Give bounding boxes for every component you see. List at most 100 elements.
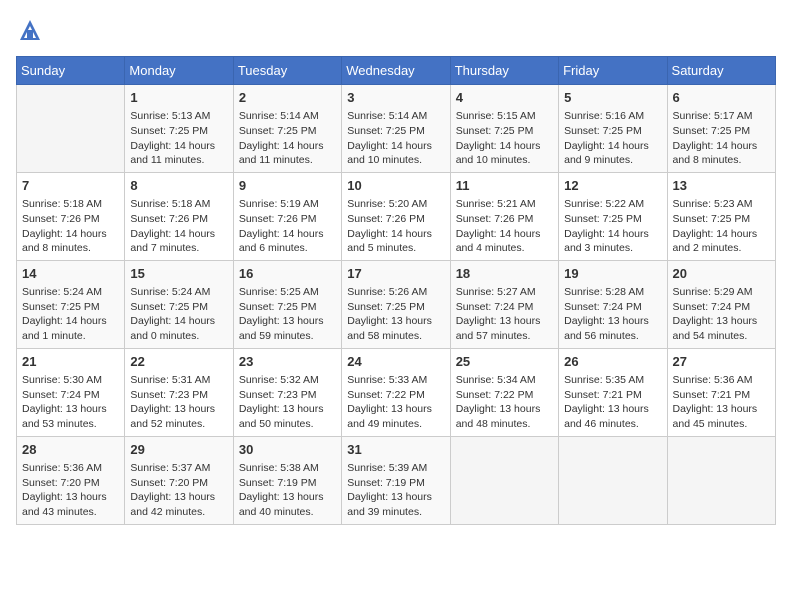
day-number: 9 [239, 177, 336, 195]
day-number: 4 [456, 89, 553, 107]
cell-content: Sunrise: 5:14 AM Sunset: 7:25 PM Dayligh… [347, 109, 444, 168]
cell-content: Sunrise: 5:24 AM Sunset: 7:25 PM Dayligh… [22, 285, 119, 344]
cell-content: Sunrise: 5:21 AM Sunset: 7:26 PM Dayligh… [456, 197, 553, 256]
calendar-cell: 9 Sunrise: 5:19 AM Sunset: 7:26 PM Daylig… [233, 172, 341, 260]
calendar-cell: 17 Sunrise: 5:26 AM Sunset: 7:25 PM Dayli… [342, 260, 450, 348]
cell-content: Sunrise: 5:19 AM Sunset: 7:26 PM Dayligh… [239, 197, 336, 256]
day-number: 16 [239, 265, 336, 283]
calendar-cell: 22Sunrise: 5:31 AM Sunset: 7:23 PM Dayli… [125, 348, 233, 436]
day-number: 13 [673, 177, 770, 195]
cell-content: Sunrise: 5:29 AM Sunset: 7:24 PM Dayligh… [673, 285, 770, 344]
day-number: 5 [564, 89, 661, 107]
header-friday: Friday [559, 57, 667, 85]
calendar-cell: 2Sunrise: 5:14 AM Sunset: 7:25 PM Daylig… [233, 85, 341, 173]
cell-content: Sunrise: 5:20 AM Sunset: 7:26 PM Dayligh… [347, 197, 444, 256]
calendar-cell: 4Sunrise: 5:15 AM Sunset: 7:25 PM Daylig… [450, 85, 558, 173]
calendar-cell: 16Sunrise: 5:25 AM Sunset: 7:25 PM Dayli… [233, 260, 341, 348]
calendar-cell: 13 Sunrise: 5:23 AM Sunset: 7:25 PM Dayli… [667, 172, 775, 260]
calendar-table: SundayMondayTuesdayWednesdayThursdayFrid… [16, 56, 776, 525]
calendar-cell: 29Sunrise: 5:37 AM Sunset: 7:20 PM Dayli… [125, 436, 233, 524]
day-number: 31 [347, 441, 444, 459]
calendar-cell: 7 Sunrise: 5:18 AM Sunset: 7:26 PM Daylig… [17, 172, 125, 260]
cell-content: Sunrise: 5:33 AM Sunset: 7:22 PM Dayligh… [347, 373, 444, 432]
header-saturday: Saturday [667, 57, 775, 85]
week-row-1: 1 Sunrise: 5:13 AM Sunset: 7:25 PM Daylig… [17, 85, 776, 173]
page-header [16, 16, 776, 44]
calendar-cell: 12 Sunrise: 5:22 AM Sunset: 7:25 PM Dayli… [559, 172, 667, 260]
logo [16, 16, 48, 44]
cell-content: Sunrise: 5:32 AM Sunset: 7:23 PM Dayligh… [239, 373, 336, 432]
day-number: 18 [456, 265, 553, 283]
day-number: 25 [456, 353, 553, 371]
day-number: 2 [239, 89, 336, 107]
day-number: 20 [673, 265, 770, 283]
day-number: 8 [130, 177, 227, 195]
day-number: 1 [130, 89, 227, 107]
day-number: 15 [130, 265, 227, 283]
calendar-cell: 11Sunrise: 5:21 AM Sunset: 7:26 PM Dayli… [450, 172, 558, 260]
day-number: 21 [22, 353, 119, 371]
calendar-cell: 18Sunrise: 5:27 AM Sunset: 7:24 PM Dayli… [450, 260, 558, 348]
cell-content: Sunrise: 5:18 AM Sunset: 7:26 PM Dayligh… [22, 197, 119, 256]
calendar-cell: 20 Sunrise: 5:29 AM Sunset: 7:24 PM Dayli… [667, 260, 775, 348]
calendar-cell: 1 Sunrise: 5:13 AM Sunset: 7:25 PM Daylig… [125, 85, 233, 173]
calendar-header: SundayMondayTuesdayWednesdayThursdayFrid… [17, 57, 776, 85]
calendar-body: 1 Sunrise: 5:13 AM Sunset: 7:25 PM Daylig… [17, 85, 776, 525]
cell-content: Sunrise: 5:35 AM Sunset: 7:21 PM Dayligh… [564, 373, 661, 432]
calendar-cell: 25Sunrise: 5:34 AM Sunset: 7:22 PM Dayli… [450, 348, 558, 436]
day-number: 12 [564, 177, 661, 195]
day-number: 23 [239, 353, 336, 371]
week-row-2: 7 Sunrise: 5:18 AM Sunset: 7:26 PM Daylig… [17, 172, 776, 260]
calendar-cell: 27 Sunrise: 5:36 AM Sunset: 7:21 PM Dayli… [667, 348, 775, 436]
calendar-cell [450, 436, 558, 524]
header-tuesday: Tuesday [233, 57, 341, 85]
cell-content: Sunrise: 5:37 AM Sunset: 7:20 PM Dayligh… [130, 461, 227, 520]
calendar-cell [559, 436, 667, 524]
calendar-cell [667, 436, 775, 524]
calendar-cell: 3 Sunrise: 5:14 AM Sunset: 7:25 PM Daylig… [342, 85, 450, 173]
day-number: 28 [22, 441, 119, 459]
calendar-cell: 23 Sunrise: 5:32 AM Sunset: 7:23 PM Dayli… [233, 348, 341, 436]
calendar-cell: 24 Sunrise: 5:33 AM Sunset: 7:22 PM Dayli… [342, 348, 450, 436]
calendar-cell: 19Sunrise: 5:28 AM Sunset: 7:24 PM Dayli… [559, 260, 667, 348]
cell-content: Sunrise: 5:26 AM Sunset: 7:25 PM Dayligh… [347, 285, 444, 344]
cell-content: Sunrise: 5:36 AM Sunset: 7:20 PM Dayligh… [22, 461, 119, 520]
day-number: 7 [22, 177, 119, 195]
header-sunday: Sunday [17, 57, 125, 85]
day-number: 27 [673, 353, 770, 371]
cell-content: Sunrise: 5:30 AM Sunset: 7:24 PM Dayligh… [22, 373, 119, 432]
calendar-cell: 8 Sunrise: 5:18 AM Sunset: 7:26 PM Daylig… [125, 172, 233, 260]
calendar-cell: 14Sunrise: 5:24 AM Sunset: 7:25 PM Dayli… [17, 260, 125, 348]
cell-content: Sunrise: 5:31 AM Sunset: 7:23 PM Dayligh… [130, 373, 227, 432]
cell-content: Sunrise: 5:24 AM Sunset: 7:25 PM Dayligh… [130, 285, 227, 344]
day-number: 3 [347, 89, 444, 107]
calendar-cell: 15 Sunrise: 5:24 AM Sunset: 7:25 PM Dayli… [125, 260, 233, 348]
week-row-4: 21 Sunrise: 5:30 AM Sunset: 7:24 PM Dayli… [17, 348, 776, 436]
calendar-cell: 30Sunrise: 5:38 AM Sunset: 7:19 PM Dayli… [233, 436, 341, 524]
calendar-cell [17, 85, 125, 173]
calendar-cell: 6Sunrise: 5:17 AM Sunset: 7:25 PM Daylig… [667, 85, 775, 173]
logo-icon [16, 16, 44, 44]
day-number: 24 [347, 353, 444, 371]
day-number: 30 [239, 441, 336, 459]
header-thursday: Thursday [450, 57, 558, 85]
cell-content: Sunrise: 5:22 AM Sunset: 7:25 PM Dayligh… [564, 197, 661, 256]
header-row: SundayMondayTuesdayWednesdayThursdayFrid… [17, 57, 776, 85]
cell-content: Sunrise: 5:36 AM Sunset: 7:21 PM Dayligh… [673, 373, 770, 432]
cell-content: Sunrise: 5:23 AM Sunset: 7:25 PM Dayligh… [673, 197, 770, 256]
day-number: 10 [347, 177, 444, 195]
cell-content: Sunrise: 5:17 AM Sunset: 7:25 PM Dayligh… [673, 109, 770, 168]
cell-content: Sunrise: 5:18 AM Sunset: 7:26 PM Dayligh… [130, 197, 227, 256]
calendar-cell: 10 Sunrise: 5:20 AM Sunset: 7:26 PM Dayli… [342, 172, 450, 260]
week-row-5: 28 Sunrise: 5:36 AM Sunset: 7:20 PM Dayli… [17, 436, 776, 524]
cell-content: Sunrise: 5:16 AM Sunset: 7:25 PM Dayligh… [564, 109, 661, 168]
header-monday: Monday [125, 57, 233, 85]
cell-content: Sunrise: 5:13 AM Sunset: 7:25 PM Dayligh… [130, 109, 227, 168]
week-row-3: 14Sunrise: 5:24 AM Sunset: 7:25 PM Dayli… [17, 260, 776, 348]
cell-content: Sunrise: 5:39 AM Sunset: 7:19 PM Dayligh… [347, 461, 444, 520]
calendar-cell: 31 Sunrise: 5:39 AM Sunset: 7:19 PM Dayli… [342, 436, 450, 524]
calendar-cell: 5 Sunrise: 5:16 AM Sunset: 7:25 PM Daylig… [559, 85, 667, 173]
day-number: 17 [347, 265, 444, 283]
day-number: 19 [564, 265, 661, 283]
calendar-cell: 21 Sunrise: 5:30 AM Sunset: 7:24 PM Dayli… [17, 348, 125, 436]
